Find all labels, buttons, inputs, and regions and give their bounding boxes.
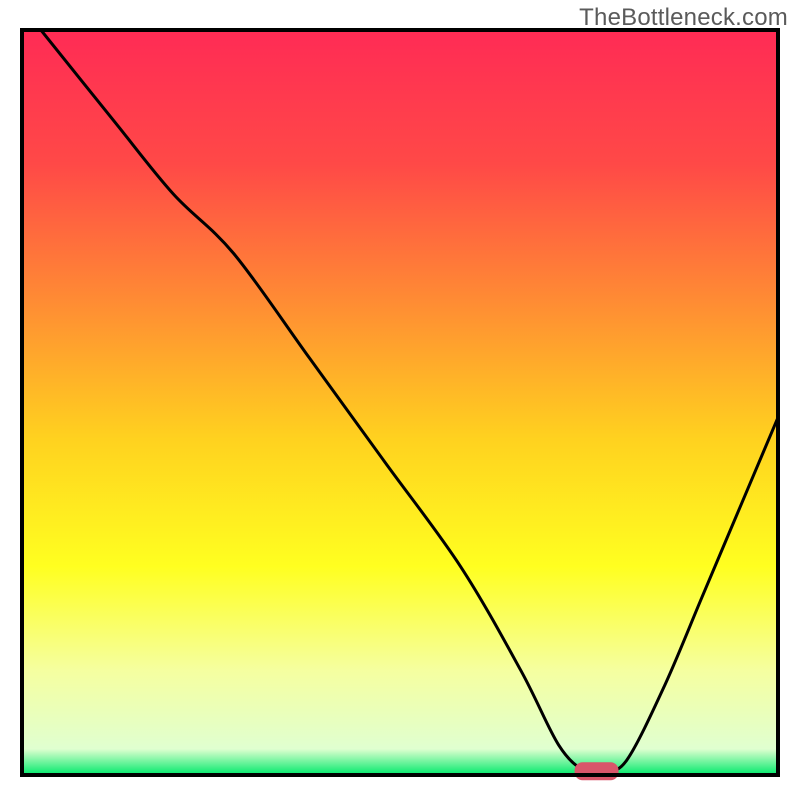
watermark-label: TheBottleneck.com: [579, 4, 788, 32]
optimal-point-marker: [575, 762, 619, 780]
plot-background: [22, 30, 778, 775]
chart-container: TheBottleneck.com: [0, 0, 800, 800]
bottleneck-chart: [0, 0, 800, 800]
